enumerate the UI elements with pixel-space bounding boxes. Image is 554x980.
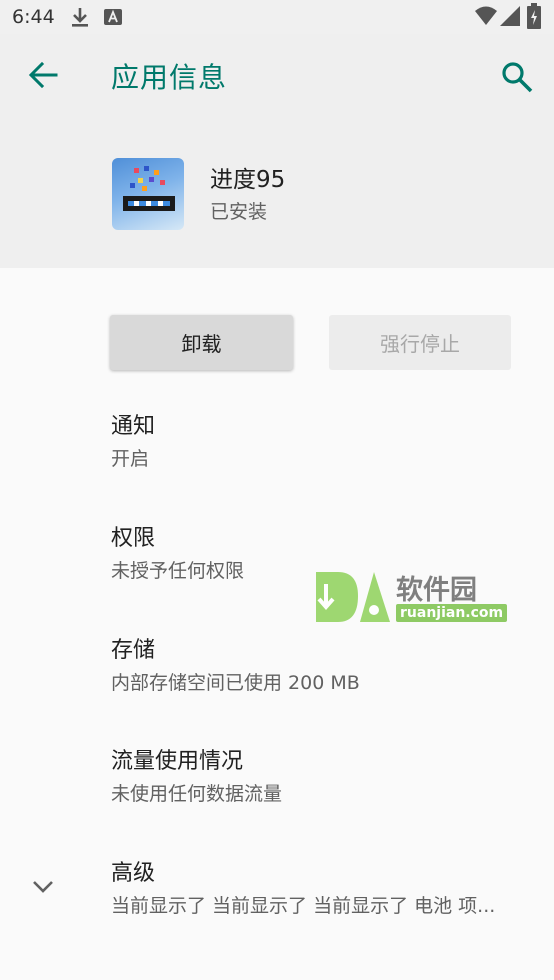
- status-bar: 6:44: [0, 0, 554, 34]
- force-stop-button[interactable]: 强行停止: [329, 315, 511, 370]
- watermark: 软件园 ruanjian.com: [310, 566, 510, 628]
- item-title: 流量使用情况: [111, 749, 244, 774]
- app-name: 进度95: [210, 167, 286, 193]
- item-summary: 未授予任何权限: [111, 560, 245, 582]
- list-item-storage[interactable]: 存储 内部存储空间已使用 200 MB: [0, 636, 554, 736]
- item-summary: 当前显示了 当前显示了 当前显示了 电池 项...: [111, 895, 496, 917]
- a-icon: [104, 9, 122, 25]
- list-item-notifications[interactable]: 通知 开启: [0, 412, 554, 512]
- app-install-status: 已安装: [210, 201, 268, 223]
- item-summary: 开启: [111, 448, 150, 470]
- watermark-logo: [316, 572, 390, 622]
- item-title: 高级: [111, 861, 156, 886]
- app-header: [0, 34, 554, 268]
- battery-icon: [527, 3, 541, 29]
- item-title: 权限: [111, 526, 156, 551]
- watermark-text: 软件园: [396, 575, 477, 606]
- chevron-down-icon: [33, 881, 53, 893]
- watermark-domain: ruanjian.com: [396, 604, 508, 622]
- page-title: 应用信息: [111, 61, 228, 94]
- status-time: 6:44: [12, 6, 55, 28]
- signal-icon: [500, 6, 520, 26]
- arrow-back-icon[interactable]: [26, 58, 60, 92]
- item-summary: 内部存储空间已使用 200 MB: [111, 672, 360, 694]
- app-icon: [112, 158, 184, 230]
- download-icon: [72, 8, 88, 27]
- list-item-advanced[interactable]: 高级 当前显示了 当前显示了 当前显示了 电池 项...: [0, 859, 554, 959]
- item-title: 通知: [111, 414, 156, 439]
- list-item-data-usage[interactable]: 流量使用情况 未使用任何数据流量: [0, 747, 554, 847]
- wifi-icon: [475, 6, 497, 25]
- item-summary: 未使用任何数据流量: [111, 783, 283, 805]
- search-icon[interactable]: [500, 60, 534, 94]
- item-title: 存储: [111, 638, 156, 663]
- uninstall-button[interactable]: 卸载: [110, 315, 293, 370]
